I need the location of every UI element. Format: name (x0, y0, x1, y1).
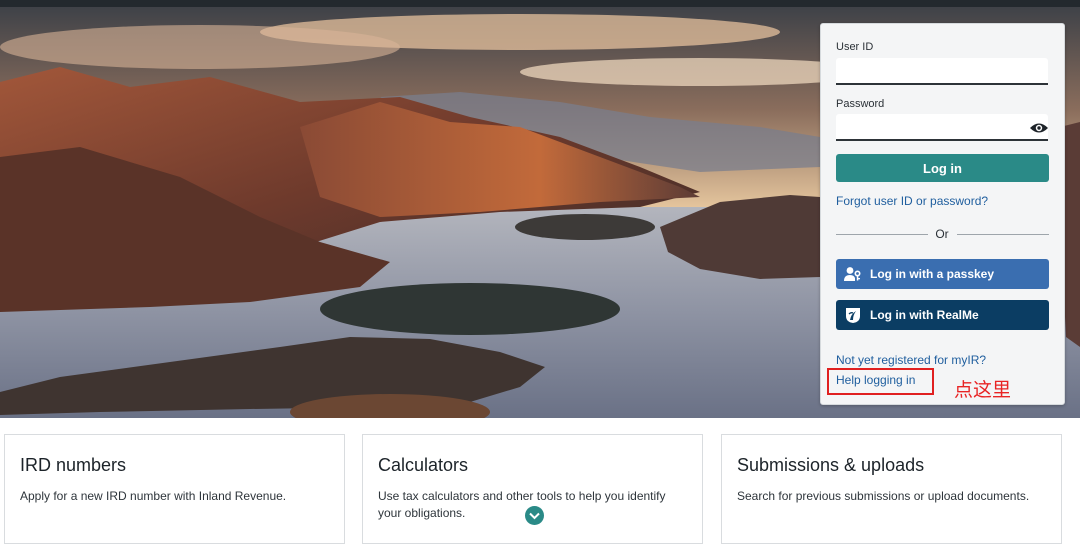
chevron-down-icon (529, 512, 540, 519)
userid-label: User ID (836, 41, 874, 53)
passkey-login-button[interactable]: Log in with a passkey (836, 259, 1049, 289)
card-title: Calculators (378, 455, 469, 475)
or-text: Or (935, 227, 949, 241)
card-calculators[interactable]: Calculators Use tax calculators and othe… (362, 434, 703, 544)
forgot-credentials-link[interactable]: Forgot user ID or password? (836, 194, 988, 208)
top-bar (0, 0, 1080, 7)
password-label: Password (836, 98, 885, 110)
card-description: Search for previous submissions or uploa… (737, 489, 1030, 503)
card-description: Apply for a new IRD number with Inland R… (20, 489, 287, 503)
passkey-person-icon (844, 265, 862, 283)
divider-line-right (957, 234, 1049, 235)
register-link[interactable]: Not yet registered for myIR? (836, 353, 986, 367)
passkey-button-label: Log in with a passkey (870, 267, 995, 281)
login-button[interactable]: Log in (836, 154, 1049, 182)
card-title: IRD numbers (20, 455, 127, 475)
password-input[interactable] (836, 114, 1048, 141)
realme-login-button[interactable]: Log in with RealMe (836, 300, 1049, 330)
login-panel: User ID Password Log in Forgot user ID o… (820, 23, 1065, 405)
annotation-highlight-box (827, 368, 934, 395)
scroll-down-button[interactable] (525, 506, 544, 525)
realme-fern-icon (844, 306, 862, 324)
card-ird-numbers[interactable]: IRD numbers Apply for a new IRD number w… (4, 434, 345, 544)
divider-line-left (836, 234, 928, 235)
eye-icon[interactable] (1029, 121, 1049, 135)
card-title: Submissions & uploads (737, 455, 925, 475)
card-submissions-uploads[interactable]: Submissions & uploads Search for previou… (721, 434, 1062, 544)
or-divider: Or (836, 227, 1049, 241)
userid-input[interactable] (836, 58, 1048, 85)
realme-button-label: Log in with RealMe (870, 308, 979, 322)
annotation-text: 点这里 (954, 379, 1012, 401)
